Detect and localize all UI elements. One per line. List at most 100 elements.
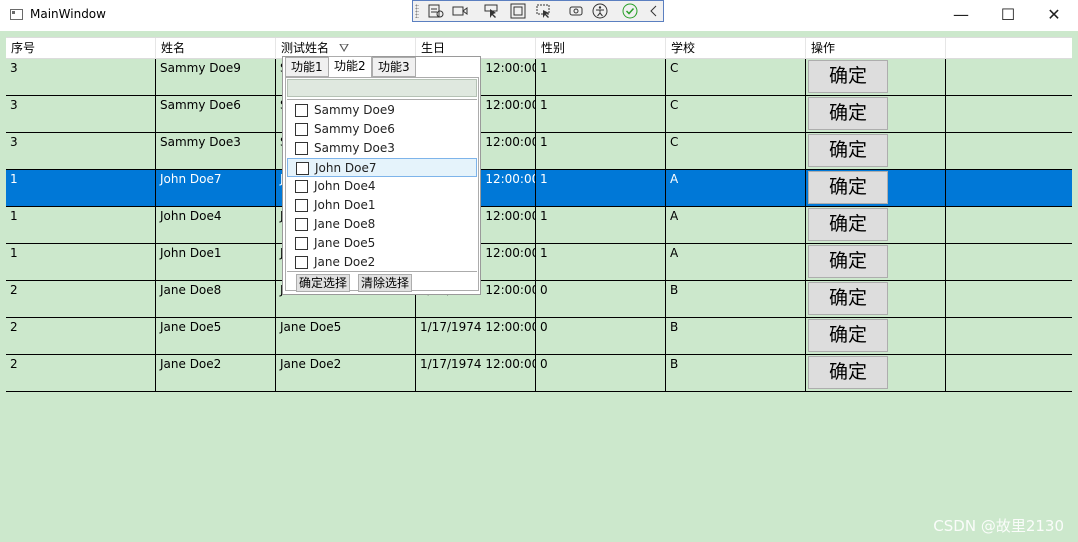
confirm-button[interactable]: 确定 <box>808 208 888 241</box>
option-checkbox[interactable] <box>296 162 309 175</box>
filter-search-input[interactable] <box>287 79 477 97</box>
column-header-seq[interactable]: 序号 <box>6 38 156 59</box>
select-element-icon[interactable] <box>483 3 501 19</box>
filter-option[interactable]: John Doe7 <box>287 158 477 177</box>
cell-name: Jane Doe5 <box>156 318 276 354</box>
accessibility-icon[interactable] <box>591 3 609 19</box>
filter-option[interactable]: Jane Doe5 <box>287 234 477 253</box>
cell-school: B <box>666 281 806 317</box>
filter-popup: 功能1 功能2 功能3 Sammy Doe9 Sammy Doe6 Sammy Do… <box>282 56 481 295</box>
cell-school: A <box>666 170 806 206</box>
table-row[interactable]: 1John Doe7John Doe71/17/1974 12:00:001A确… <box>6 170 1072 207</box>
track-focus-icon[interactable] <box>535 3 553 19</box>
filter-option-list[interactable]: Sammy Doe9 Sammy Doe6 Sammy Doe3 John Doe7 J… <box>287 99 477 272</box>
confirm-button[interactable]: 确定 <box>808 356 888 389</box>
option-checkbox[interactable] <box>295 237 308 250</box>
filter-option[interactable]: Jane Doe2 <box>287 253 477 272</box>
minimize-button[interactable]: — <box>938 0 984 31</box>
column-header-name[interactable]: 姓名 <box>156 38 276 59</box>
cell-school: B <box>666 318 806 354</box>
table-row[interactable]: 1John Doe4John Doe41/17/1974 12:00:001A确… <box>6 207 1072 244</box>
column-header-label: 生日 <box>421 41 446 55</box>
clear-selection-button[interactable]: 清除选择 <box>358 274 413 292</box>
tab-function-1[interactable]: 功能1 <box>285 57 329 77</box>
cell-school: C <box>666 96 806 132</box>
option-checkbox[interactable] <box>295 142 308 155</box>
tab-function-3[interactable]: 功能3 <box>372 57 416 77</box>
filter-option[interactable]: John Doe1 <box>287 196 477 215</box>
cell-test-name: Jane Doe5 <box>276 318 416 354</box>
column-header-label: 序号 <box>11 41 36 55</box>
option-label: Sammy Doe9 <box>314 103 395 117</box>
tab-function-2[interactable]: 功能2 <box>328 56 372 78</box>
option-label: John Doe1 <box>314 198 376 212</box>
confirm-button[interactable]: 确定 <box>808 282 888 315</box>
option-checkbox[interactable] <box>295 104 308 117</box>
table-row[interactable]: 3Sammy Doe6Sammy Doe61/17/1974 12:00:00 … <box>6 96 1072 133</box>
cell-name: John Doe4 <box>156 207 276 243</box>
table-row[interactable]: 1John Doe1John Doe11/17/1974 12:00:001A确… <box>6 244 1072 281</box>
filter-option[interactable]: Jane Doe8 <box>287 215 477 234</box>
confirm-button[interactable]: 确定 <box>808 319 888 352</box>
filter-icon[interactable]: ⛛ <box>339 41 349 55</box>
cell-birthday: 1/17/1974 12:00:00 <box>416 318 536 354</box>
cell-school: A <box>666 244 806 280</box>
option-checkbox[interactable] <box>295 123 308 136</box>
confirm-button[interactable]: 确定 <box>808 245 888 278</box>
option-label: Jane Doe5 <box>314 236 376 250</box>
cell-name: Sammy Doe3 <box>156 133 276 169</box>
cell-seq: 1 <box>6 244 156 280</box>
tab-label: 功能2 <box>334 59 366 73</box>
maximize-button[interactable]: ☐ <box>985 0 1031 31</box>
table-row[interactable]: 2Jane Doe8Jane Doe81/17/1974 12:00:000B确… <box>6 281 1072 318</box>
column-header-filler <box>946 38 1072 59</box>
cell-name: John Doe7 <box>156 170 276 206</box>
filter-option[interactable]: Sammy Doe3 <box>287 139 477 158</box>
toolbar-grip-icon[interactable] <box>415 4 419 18</box>
cell-filler <box>946 207 1072 243</box>
option-checkbox[interactable] <box>295 199 308 212</box>
display-layout-adorners-icon[interactable] <box>509 3 527 19</box>
column-header-label: 姓名 <box>161 41 186 55</box>
cell-test-name: Jane Doe2 <box>276 355 416 391</box>
cell-gender: 1 <box>536 133 666 169</box>
table-row[interactable]: 2 Jane Doe5 Jane Doe5 1/17/1974 12:00:00 0 B 确… <box>6 318 1072 355</box>
close-button[interactable]: ✕ <box>1031 0 1077 31</box>
column-header-action[interactable]: 操作 <box>806 38 946 59</box>
filter-option[interactable]: John Doe4 <box>287 177 477 196</box>
option-label: Sammy Doe6 <box>314 122 395 136</box>
title-bar: MainWindow — ☐ ✕ <box>0 0 1078 31</box>
check-icon[interactable] <box>621 3 639 19</box>
option-checkbox[interactable] <box>295 180 308 193</box>
confirm-button[interactable]: 确定 <box>808 134 888 167</box>
confirm-button[interactable]: 确定 <box>808 97 888 130</box>
record-icon[interactable] <box>451 3 469 19</box>
confirm-button[interactable]: 确定 <box>808 171 888 204</box>
option-label: John Doe7 <box>315 161 377 175</box>
table-row[interactable]: 3Sammy Doe3Sammy Doe31/17/1974 12:00:00 … <box>6 133 1072 170</box>
cell-name: Jane Doe2 <box>156 355 276 391</box>
column-header-school[interactable]: 学校 <box>666 38 806 59</box>
binding-failures-icon[interactable] <box>567 3 585 19</box>
table-row[interactable]: 2 Jane Doe2 Jane Doe2 1/17/1974 12:00:00 0 B 确… <box>6 355 1072 392</box>
cell-filler <box>946 133 1072 169</box>
column-header-gender[interactable]: 性别 <box>536 38 666 59</box>
cell-school: C <box>666 133 806 169</box>
filter-option[interactable]: Sammy Doe6 <box>287 120 477 139</box>
cell-gender: 1 <box>536 59 666 95</box>
cell-gender: 0 <box>536 281 666 317</box>
watermark: CSDN @故里2130 <box>933 517 1064 535</box>
table-row[interactable]: 3Sammy Doe9Sammy Doe91/17/1974 12:00:00 … <box>6 59 1072 96</box>
live-tree-icon[interactable] <box>427 3 445 19</box>
cell-filler <box>946 170 1072 206</box>
option-checkbox[interactable] <box>295 256 308 269</box>
collapse-icon[interactable] <box>645 3 663 19</box>
cell-gender: 1 <box>536 207 666 243</box>
confirm-selection-button[interactable]: 确定选择 <box>296 274 351 292</box>
filter-option[interactable]: Sammy Doe9 <box>287 101 477 120</box>
column-header-label: 操作 <box>811 41 836 55</box>
column-header-label: 学校 <box>671 41 696 55</box>
confirm-button[interactable]: 确定 <box>808 60 888 93</box>
option-checkbox[interactable] <box>295 218 308 231</box>
cell-filler <box>946 244 1072 280</box>
